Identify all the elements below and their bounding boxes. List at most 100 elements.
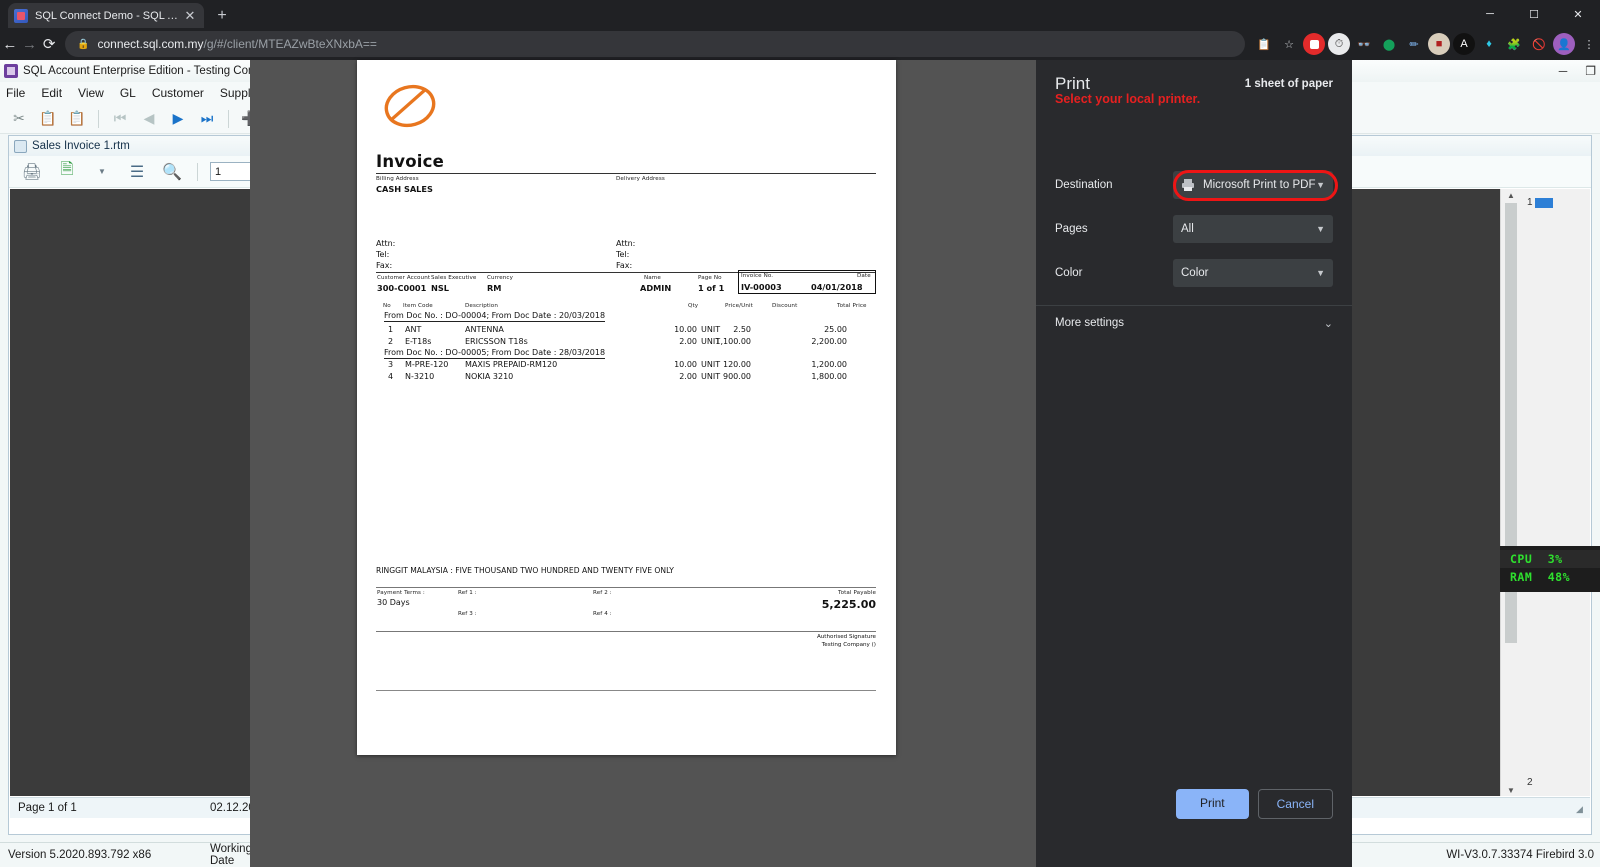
- delivery-tel-label: Tel:: [616, 250, 630, 259]
- thumbnail-page-last[interactable]: 2: [1527, 777, 1533, 788]
- menu-item-edit[interactable]: Edit: [41, 86, 62, 100]
- thumbnail-page-first[interactable]: 1: [1527, 197, 1533, 208]
- zoom-icon[interactable]: 🔍: [159, 159, 185, 185]
- menu-item-customer[interactable]: Customer: [152, 86, 204, 100]
- panel-divider: [1036, 305, 1352, 306]
- amount-in-words: RINGGIT MALAYSIA : FIVE THOUSAND TWO HUN…: [376, 566, 674, 575]
- reload-icon[interactable]: ⟳: [39, 30, 59, 58]
- thumbnail-sidebar: ▲ ▼ 1 2: [1500, 189, 1590, 796]
- address-bar[interactable]: 🔒 connect.sql.com.my /g/#/client/MTEAZwB…: [65, 31, 1246, 57]
- toolbar-separator: [228, 109, 229, 128]
- delivery-address-label: Delivery Address: [616, 176, 665, 182]
- chevron-down-icon[interactable]: ▼: [89, 159, 115, 185]
- toolbar-separator: [197, 162, 198, 181]
- book-icon[interactable]: ■: [1428, 33, 1451, 55]
- new-tab-button[interactable]: +: [212, 6, 232, 26]
- back-icon[interactable]: ←: [0, 30, 20, 58]
- menu-item-view[interactable]: View: [78, 86, 104, 100]
- billing-fax-label: Fax:: [376, 261, 393, 270]
- scroll-down-icon[interactable]: ▼: [1505, 784, 1517, 796]
- page-setup-icon[interactable]: ☰: [124, 159, 150, 185]
- drop-icon[interactable]: ⬤: [1378, 33, 1400, 55]
- sql-restore-icon[interactable]: ❐: [1585, 64, 1596, 78]
- col-total-header: Total Price: [837, 303, 867, 309]
- print-icon[interactable]: 🖨: [19, 159, 45, 185]
- footer-rule: [376, 690, 876, 691]
- maximize-icon[interactable]: ☐: [1512, 0, 1556, 28]
- scroll-up-icon[interactable]: ▲: [1505, 189, 1517, 201]
- adblock-icon[interactable]: [1303, 33, 1326, 55]
- row-price: 2.50: [733, 325, 751, 334]
- row-no: 4: [388, 372, 394, 381]
- export-icon[interactable]: 🗎: [54, 159, 80, 185]
- copy-icon[interactable]: 📋: [37, 108, 59, 130]
- col-no-header: No: [383, 303, 391, 309]
- toolbar-separator: [98, 109, 99, 128]
- gem-icon[interactable]: ♦: [1478, 33, 1500, 55]
- puzzle-icon[interactable]: 🧩: [1503, 33, 1525, 55]
- tab-strip: SQL Connect Demo - SQL ACC ✕ + ─ ☐ ✕: [0, 0, 1600, 28]
- db-engine-info: WI-V3.0.7.33374 Firebird 3.0: [1446, 849, 1594, 861]
- grammar-a-icon[interactable]: A: [1453, 33, 1476, 55]
- clock-icon[interactable]: ⏱: [1328, 33, 1351, 55]
- sql-minimize-icon[interactable]: ─: [1559, 64, 1568, 78]
- row-total: 25.00: [824, 325, 847, 334]
- total-payable-value: 5,225.00: [821, 598, 876, 611]
- pages-select[interactable]: All ▼: [1173, 215, 1333, 243]
- chevron-down-icon[interactable]: ▼: [1316, 224, 1325, 234]
- bookmark-star-icon[interactable]: ☆: [1278, 33, 1300, 55]
- page-no-label: Page No: [698, 275, 722, 281]
- minimize-icon[interactable]: ─: [1468, 0, 1512, 28]
- row-total: 2,200.00: [811, 337, 847, 346]
- total-payable-label: Total Payable: [838, 590, 876, 596]
- cancel-button[interactable]: Cancel: [1257, 789, 1333, 819]
- thumbnail-marker: [1535, 198, 1553, 208]
- destination-label: Destination: [1055, 179, 1113, 191]
- row-qty: 2.00: [679, 337, 697, 346]
- color-select[interactable]: Color ▼: [1173, 259, 1333, 287]
- payment-terms-value: 30 Days: [377, 598, 410, 607]
- invoice-document: Invoice Billing Address CASH SALES Deliv…: [357, 60, 896, 755]
- next-record-icon[interactable]: ▶: [167, 108, 189, 130]
- annotation-text: Select your local printer.: [1055, 92, 1201, 106]
- profile-avatar[interactable]: 👤: [1553, 33, 1576, 55]
- noscript-icon[interactable]: 🚫: [1528, 33, 1550, 55]
- title-rule: [376, 173, 876, 174]
- clipboard-icon[interactable]: 📋: [1253, 33, 1275, 55]
- currency-label: Currency: [487, 275, 514, 281]
- group-header: From Doc No. : DO-00005; From Doc Date :…: [384, 348, 606, 359]
- app-version: Version 5.2020.893.792 x86: [8, 849, 152, 861]
- ref4-label: Ref 4 :: [593, 611, 612, 617]
- chevron-down-icon[interactable]: ⌄: [1324, 317, 1333, 330]
- cut-icon[interactable]: ✂: [8, 108, 30, 130]
- company-logo-icon: [384, 84, 436, 128]
- row-item-code: N-3210: [405, 372, 435, 381]
- browser-tab[interactable]: SQL Connect Demo - SQL ACC ✕: [8, 3, 204, 28]
- row-total: 1,800.00: [811, 372, 847, 381]
- menu-item-file[interactable]: File: [6, 86, 25, 100]
- row-description: MAXIS PREPAID-RM120: [465, 360, 558, 369]
- payment-terms-label: Payment Terms :: [377, 590, 425, 596]
- sales-executive-value: NSL: [431, 283, 449, 293]
- last-record-icon[interactable]: ⏭: [196, 108, 218, 130]
- chevron-down-icon[interactable]: ▼: [1316, 268, 1325, 278]
- sql-app-icon: [4, 64, 18, 78]
- print-dialog-title: Print: [1055, 74, 1090, 93]
- paste-icon[interactable]: 📋: [66, 108, 88, 130]
- resize-grip-icon[interactable]: ◢: [1576, 804, 1588, 816]
- billing-attn-label: Attn:: [376, 239, 396, 248]
- menu-item-gl[interactable]: GL: [120, 86, 136, 100]
- glasses-icon[interactable]: 👓: [1353, 33, 1375, 55]
- more-settings-toggle[interactable]: More settings ⌄: [1055, 310, 1333, 336]
- row-no: 1: [388, 325, 394, 334]
- previous-record-icon: ◀: [143, 110, 155, 126]
- pages-value: All: [1181, 223, 1194, 235]
- close-window-icon[interactable]: ✕: [1556, 0, 1600, 28]
- print-button[interactable]: Print: [1175, 789, 1249, 819]
- menu-kebab-icon[interactable]: ⋮: [1578, 33, 1600, 55]
- ram-value: 48%: [1547, 570, 1570, 584]
- invoice-no-value: IV-00003: [741, 282, 782, 292]
- close-tab-icon[interactable]: ✕: [182, 8, 198, 24]
- row-item-code: M-PRE-120: [405, 360, 449, 369]
- pen-icon[interactable]: ✏: [1403, 33, 1425, 55]
